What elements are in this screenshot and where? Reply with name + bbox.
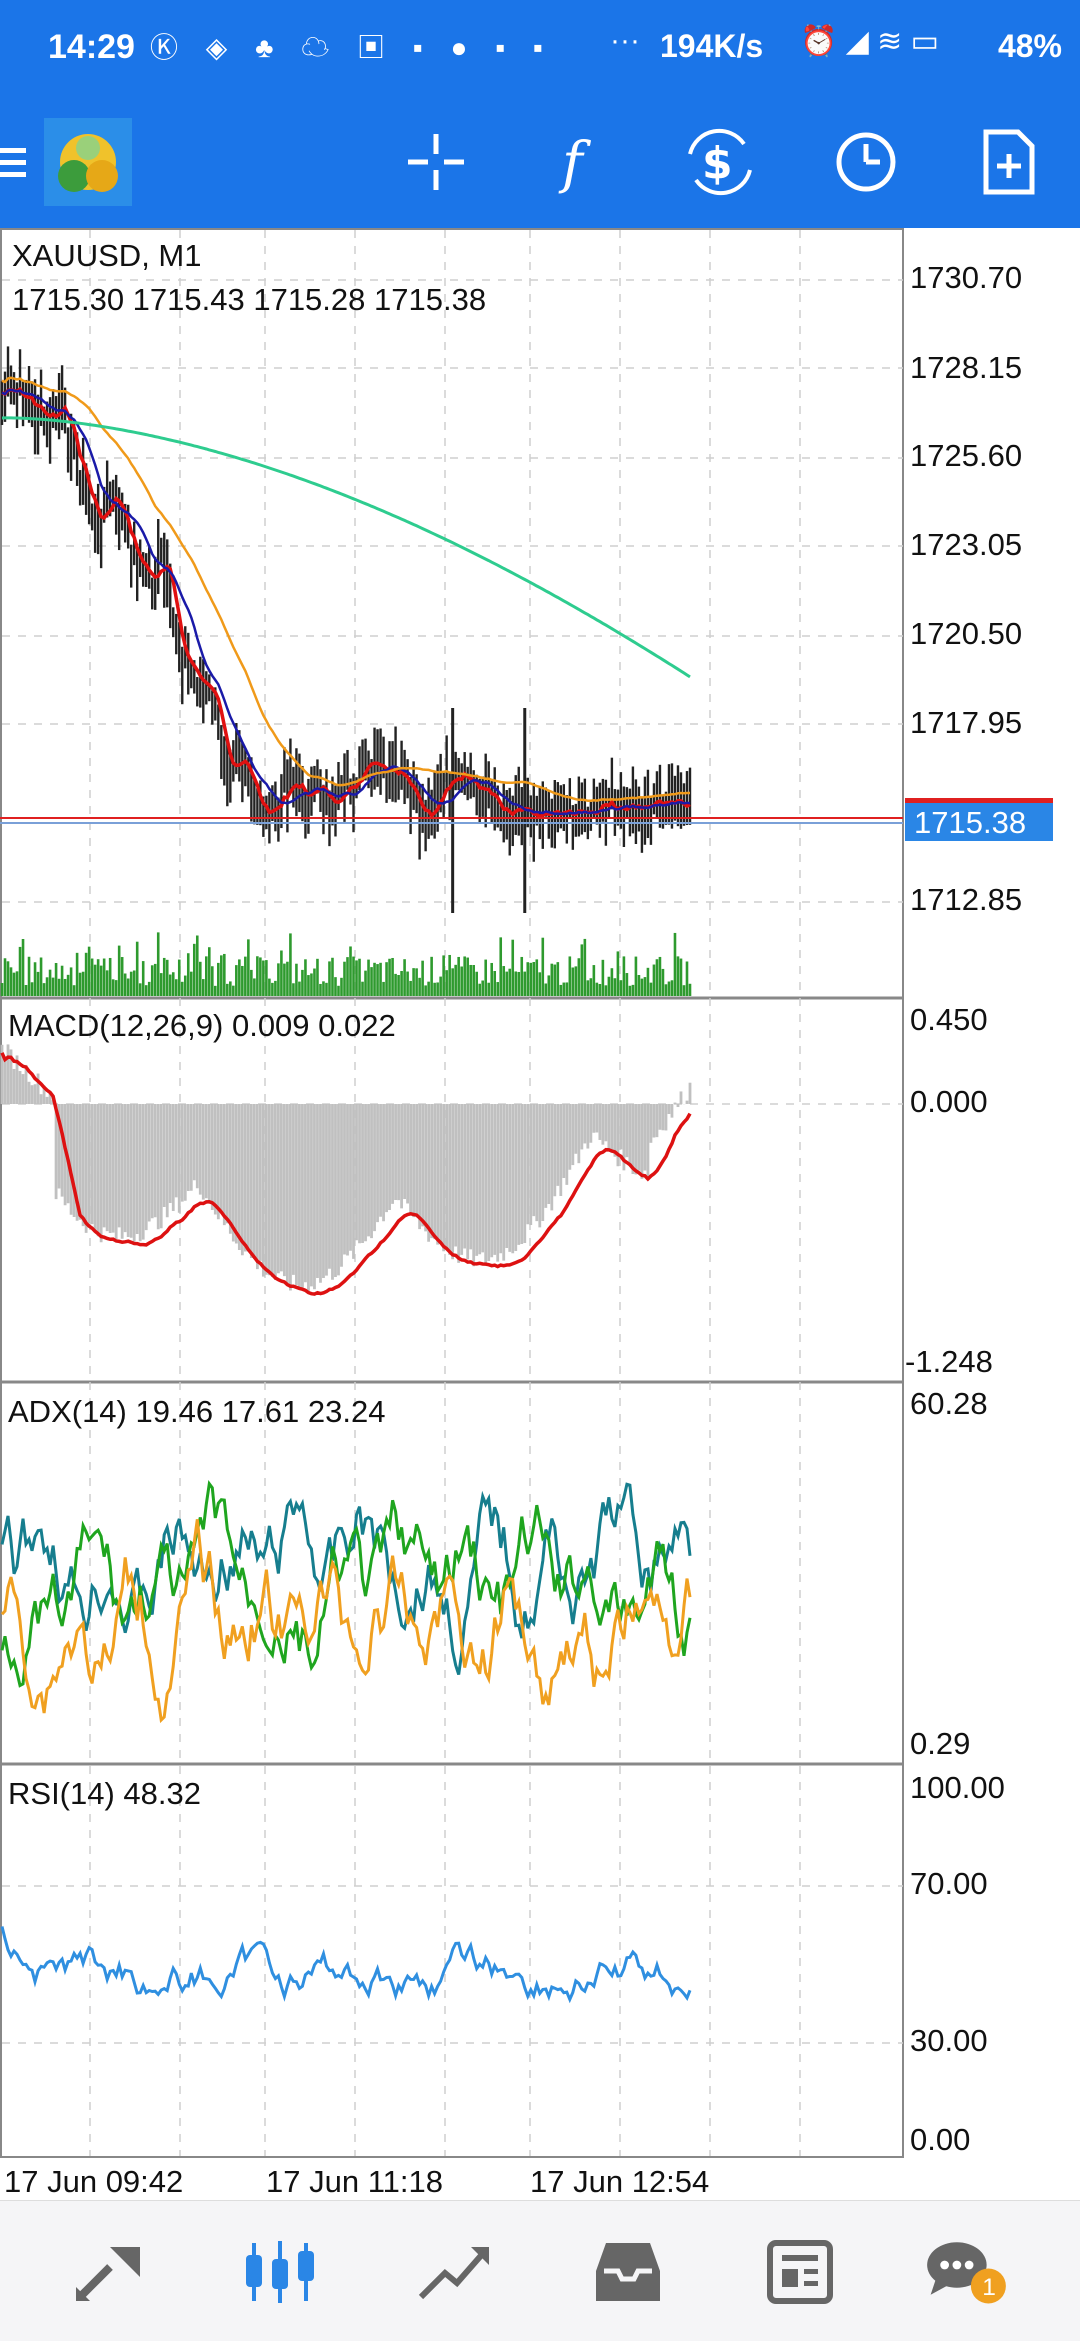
adx-label: ADX(14) 19.46 17.61 23.24 — [8, 1394, 385, 1429]
adx-tick: 0.29 — [910, 1726, 970, 1761]
time-label: 17 Jun 11:18 — [266, 2164, 443, 2199]
messages-icon[interactable]: 1 — [915, 2237, 1025, 2307]
rsi-tick: 0.00 — [910, 2122, 970, 2157]
macd-tick: 0.000 — [910, 1084, 988, 1119]
price-tick: 1728.15 — [910, 350, 1022, 385]
price-tick: 1730.70 — [910, 260, 1022, 295]
svg-text:f: f — [558, 131, 592, 196]
battery-level: 48% — [997, 28, 1062, 64]
symbol-label: XAUUSD, M1 — [12, 238, 201, 273]
chart-area[interactable]: XAUUSD, M1 1715.30 1715.43 1715.28 1715.… — [0, 228, 1080, 2200]
adx-tick: 60.28 — [910, 1386, 988, 1421]
more-icon: ··· — [610, 24, 640, 57]
rsi-tick: 70.00 — [910, 1866, 988, 1901]
status-time: 14:29 — [48, 28, 135, 66]
ohlc-label: 1715.30 1715.43 1715.28 1715.38 — [12, 282, 486, 317]
chart-icon[interactable] — [240, 2237, 320, 2307]
messages-badge: 1 — [982, 2274, 996, 2301]
function-icon[interactable]: f — [542, 126, 614, 198]
menu-icon[interactable] — [0, 126, 30, 198]
ma-fast-line — [1, 386, 691, 819]
history-icon[interactable] — [588, 2237, 668, 2307]
bottom-nav: 1 — [0, 2200, 1080, 2341]
clock-icon[interactable] — [830, 126, 902, 198]
svg-text:$: $ — [702, 138, 733, 189]
quotes-icon[interactable] — [70, 2237, 150, 2307]
status-bar: 14:29 Ⓚ ◈ ♣ ☁ ▣ ▪ ● ▪ ▪ ··· 194K/s ⏰ ◢ ≋… — [0, 0, 1080, 96]
rsi-label: RSI(14) 48.32 — [8, 1776, 201, 1811]
price-tick: 1717.95 — [910, 705, 1022, 740]
macd-pane — [0, 1044, 692, 1296]
rsi-line — [0, 1926, 692, 2004]
top-toolbar: f $ — [0, 96, 1080, 228]
macd-tick: -1.248 — [905, 1344, 993, 1379]
rsi-tick: 100.00 — [910, 1770, 1005, 1805]
network-speed: 194K/s — [660, 28, 764, 64]
time-label: 17 Jun 09:42 — [4, 2164, 183, 2199]
current-price-marker — [905, 798, 1053, 803]
price-tick: 1712.85 — [910, 882, 1022, 917]
time-label: 17 Jun 12:54 — [530, 2164, 709, 2199]
notification-icons: Ⓚ ◈ ♣ ☁ ▣ ▪ ● ▪ ▪ — [150, 32, 553, 63]
volume-bars — [0, 932, 692, 996]
adx-pane — [0, 1480, 692, 1724]
rsi-pane — [0, 1926, 692, 2004]
macd-tick: 0.450 — [910, 1002, 988, 1037]
crosshair-icon[interactable] — [400, 126, 472, 198]
moving-averages — [1, 376, 691, 819]
news-icon[interactable] — [760, 2237, 840, 2307]
ma-slow-line — [1, 376, 690, 803]
price-tick: 1720.50 — [910, 616, 1022, 651]
new-document-icon[interactable] — [972, 126, 1044, 198]
current-price-label: 1715.38 — [914, 805, 1026, 840]
ma-mid-line — [1, 388, 691, 816]
macd-label: MACD(12,26,9) 0.009 0.022 — [8, 1008, 396, 1043]
chart-canvas[interactable]: XAUUSD, M1 1715.30 1715.43 1715.28 1715.… — [0, 228, 1080, 2200]
adx-plus-line — [0, 1480, 692, 1688]
trade-nav-icon[interactable] — [415, 2237, 495, 2307]
trade-icon[interactable]: $ — [684, 126, 756, 198]
price-tick: 1725.60 — [910, 438, 1022, 473]
signal-icons: ⏰ ◢ ≋ ▭ — [800, 25, 939, 58]
price-tick: 1723.05 — [910, 527, 1022, 562]
app-logo-icon[interactable] — [44, 118, 132, 206]
rsi-tick: 30.00 — [910, 2023, 988, 2058]
ma-long-line — [1, 416, 691, 679]
